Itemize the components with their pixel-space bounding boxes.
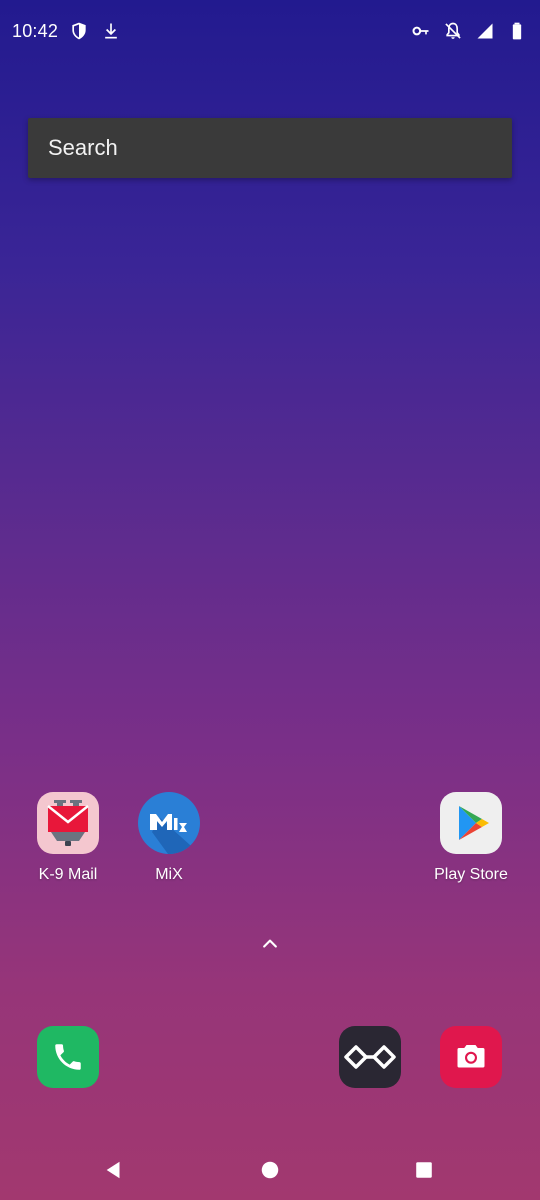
app-play-store[interactable]: Play Store (421, 792, 521, 884)
dock-infinity-app[interactable] (320, 1026, 420, 1088)
app-mix[interactable]: MiX (119, 792, 219, 884)
battery-icon (506, 20, 528, 42)
app-label: Play Store (434, 866, 508, 883)
dock-phone[interactable] (18, 1026, 118, 1088)
recents-icon[interactable] (408, 1154, 440, 1186)
back-icon[interactable] (98, 1154, 130, 1186)
dock-camera[interactable] (421, 1026, 521, 1088)
search-bar[interactable]: Search (28, 118, 512, 178)
status-bar: 10:42 (0, 0, 540, 62)
app-k9-mail[interactable]: K-9 Mail (18, 792, 118, 884)
download-icon (100, 20, 122, 42)
home-icon[interactable] (254, 1154, 286, 1186)
search-placeholder: Search (48, 135, 118, 160)
shield-icon (68, 20, 90, 42)
status-time: 10:42 (12, 20, 59, 41)
vpn-key-icon (410, 20, 432, 42)
app-label: MiX (155, 866, 183, 883)
navigation-bar (0, 1140, 540, 1200)
infinity-app-icon (339, 1026, 401, 1088)
k9-mail-icon (37, 792, 99, 854)
home-screen: 10:42 Search K-9 Mail MiX Play Store (0, 0, 540, 1200)
app-label: K-9 Mail (38, 866, 98, 883)
play-store-icon (440, 792, 502, 854)
chevron-up-icon[interactable] (258, 932, 282, 956)
notifications-off-icon (442, 20, 464, 42)
status-right (410, 20, 528, 42)
signal-icon (474, 20, 496, 42)
phone-icon (37, 1026, 99, 1088)
mix-icon (138, 792, 200, 854)
status-left: 10:42 (12, 20, 122, 42)
camera-icon (440, 1026, 502, 1088)
